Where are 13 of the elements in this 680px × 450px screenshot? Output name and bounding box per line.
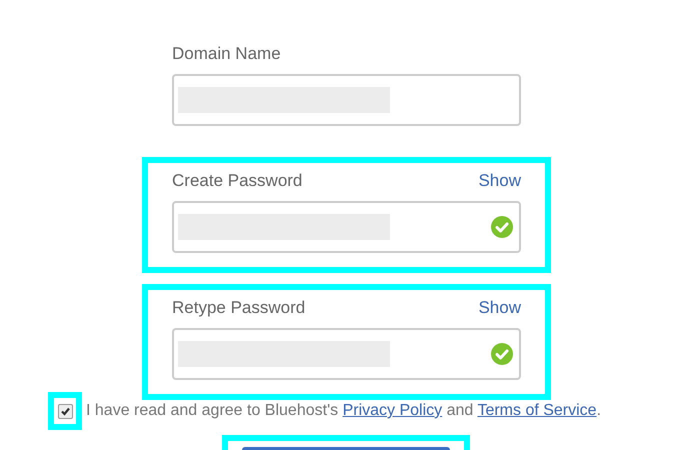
input-field[interactable]: [172, 74, 521, 126]
field-label: Retype Password: [172, 296, 306, 318]
field-label: Domain Name: [172, 42, 281, 64]
checkbox[interactable]: [58, 404, 72, 418]
agreement-text: I have read and agree to Bluehost's Privacy Policy and Terms of Service.: [86, 401, 602, 421]
show-link[interactable]: Show: [478, 168, 521, 193]
show-link[interactable]: Show: [478, 294, 521, 320]
field-label: Create Password: [172, 170, 302, 192]
input-field[interactable]: [172, 201, 521, 253]
policy-link[interactable]: Terms of Service: [477, 402, 597, 419]
submit-button[interactable]: [242, 447, 450, 450]
policy-link[interactable]: Privacy Policy: [342, 402, 442, 419]
input-field[interactable]: [172, 328, 521, 380]
